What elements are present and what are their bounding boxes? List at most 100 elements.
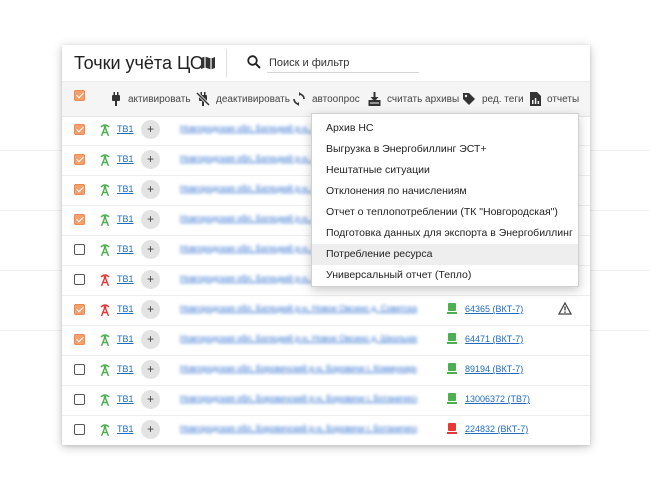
tag-icon	[463, 93, 475, 105]
tv-link[interactable]: ТВ1	[117, 334, 134, 344]
expand-button[interactable]: +	[141, 330, 160, 349]
device-link[interactable]: 224832 (ВКТ-7)	[465, 424, 528, 434]
tv-link[interactable]: ТВ1	[117, 244, 134, 254]
reports-button[interactable]: отчеты	[530, 82, 579, 116]
warning-icon	[558, 302, 572, 315]
heat-source-icon	[99, 123, 111, 137]
expand-button[interactable]: +	[141, 420, 160, 439]
row-checkbox[interactable]	[74, 214, 85, 225]
expand-button[interactable]: +	[141, 360, 160, 379]
search-icon	[247, 55, 261, 69]
table-row[interactable]: ТВ1 + Новгородская обл, Батецкий р-н, Ново…	[62, 326, 590, 356]
tv-link[interactable]: ТВ1	[117, 184, 134, 194]
tv-link[interactable]: ТВ1	[117, 424, 134, 434]
expand-button[interactable]: +	[141, 240, 160, 259]
row-checkbox[interactable]	[74, 394, 85, 405]
heat-source-icon	[99, 423, 111, 437]
device-link[interactable]: 64471 (ВКТ-7)	[465, 334, 523, 344]
activate-label: активировать	[128, 93, 191, 105]
dropdown-item[interactable]: Выгрузка в Энергобиллинг ЭСТ+	[312, 139, 578, 160]
read-archives-button[interactable]: считать архивы	[368, 82, 459, 116]
meter-device-icon	[447, 333, 457, 344]
dropdown-item[interactable]: Нештатные ситуации	[312, 160, 578, 181]
select-all-checkbox[interactable]	[74, 90, 85, 101]
deactivate-label: деактивировать	[216, 93, 290, 105]
expand-button[interactable]: +	[141, 180, 160, 199]
row-checkbox[interactable]	[74, 334, 85, 345]
address-link[interactable]: Новгородская обл, Батецкий р-н, Новое Ов…	[180, 333, 417, 343]
row-checkbox[interactable]	[74, 184, 85, 195]
row-checkbox[interactable]	[74, 364, 85, 375]
tv-link[interactable]: ТВ1	[117, 364, 134, 374]
dropdown-item[interactable]: Отчет о теплопотреблении (ТК "Новгородск…	[312, 202, 578, 223]
report-icon	[530, 92, 541, 106]
tv-link[interactable]: ТВ1	[117, 304, 134, 314]
heat-source-icon	[99, 213, 111, 227]
meter-device-icon	[447, 423, 457, 434]
activate-button[interactable]: активировать	[110, 82, 191, 116]
download-icon	[368, 92, 381, 106]
expand-button[interactable]: +	[141, 390, 160, 409]
heat-source-icon	[99, 393, 111, 407]
plug-off-icon	[196, 92, 210, 106]
sync-icon	[293, 92, 305, 106]
table-row[interactable]: ТВ1 + Новгородская обл, Боровичский р-н, Б…	[62, 416, 590, 445]
map-icon[interactable]	[200, 55, 216, 71]
heat-source-icon	[99, 153, 111, 167]
device-link[interactable]: 64365 (ВКТ-7)	[465, 304, 523, 314]
table-row[interactable]: ТВ1 + Новгородская обл, Боровичский р-н, Б…	[62, 356, 590, 386]
panel-header: Точки учёта ЦО	[62, 45, 590, 81]
row-checkbox[interactable]	[74, 124, 85, 135]
tv-link[interactable]: ТВ1	[117, 214, 134, 224]
meter-device-icon	[447, 363, 457, 374]
expand-button[interactable]: +	[141, 210, 160, 229]
auto-poll-label: автоопрос	[312, 93, 360, 105]
toolbar: активировать деактивировать автоопрос сч…	[62, 81, 590, 117]
address-link[interactable]: Новгородская обл, Боровичский р-н, Боров…	[180, 393, 417, 403]
expand-button[interactable]: +	[141, 120, 160, 139]
heat-source-icon	[99, 273, 111, 287]
search-input[interactable]	[267, 54, 419, 73]
dropdown-item[interactable]: Отклонения по начислениям	[312, 181, 578, 202]
header-divider	[226, 49, 227, 77]
device-link[interactable]: 13006372 (ТВ7)	[465, 394, 530, 404]
row-checkbox[interactable]	[74, 424, 85, 435]
read-archives-label: считать архивы	[387, 93, 460, 105]
expand-button[interactable]: +	[141, 300, 160, 319]
address-link[interactable]: Новгородская обл, Боровичский р-н, Боров…	[180, 363, 417, 373]
tv-link[interactable]: ТВ1	[117, 154, 134, 164]
page-title: Точки учёта ЦО	[74, 53, 204, 73]
row-checkbox[interactable]	[74, 274, 85, 285]
reports-label: отчеты	[547, 93, 580, 105]
expand-button[interactable]: +	[141, 150, 160, 169]
edit-tags-button[interactable]: ред. теги	[462, 82, 524, 116]
table-row[interactable]: ТВ1 + Новгородская обл, Батецкий р-н, Ново…	[62, 296, 590, 326]
row-checkbox[interactable]	[74, 304, 85, 315]
dropdown-item[interactable]: Потребление ресурса	[312, 244, 578, 265]
deactivate-button[interactable]: деактивировать	[196, 82, 290, 116]
address-link[interactable]: Новгородская обл, Боровичский р-н, Боров…	[180, 423, 417, 433]
heat-source-icon	[99, 243, 111, 257]
tv-link[interactable]: ТВ1	[117, 274, 134, 284]
heat-source-icon	[99, 183, 111, 197]
meter-device-icon	[447, 393, 457, 404]
dropdown-item[interactable]: Подготовка данных для экспорта в Энергоб…	[312, 223, 578, 244]
dropdown-item[interactable]: Универсальный отчет (Тепло)	[312, 265, 578, 286]
plug-icon	[112, 92, 120, 106]
tv-link[interactable]: ТВ1	[117, 124, 134, 134]
tv-link[interactable]: ТВ1	[117, 394, 134, 404]
row-checkbox[interactable]	[74, 244, 85, 255]
reports-dropdown-menu: Архив НС Выгрузка в Энергобиллинг ЭСТ+ Неш…	[311, 113, 579, 287]
expand-button[interactable]: +	[141, 270, 160, 289]
meter-device-icon	[447, 303, 457, 314]
heat-source-icon	[99, 333, 111, 347]
auto-poll-button[interactable]: автоопрос	[292, 82, 360, 116]
row-checkbox[interactable]	[74, 154, 85, 165]
edit-tags-label: ред. теги	[482, 93, 524, 105]
heat-source-icon	[99, 303, 111, 317]
device-link[interactable]: 89194 (ВКТ-7)	[465, 364, 523, 374]
heat-source-icon	[99, 363, 111, 377]
address-link[interactable]: Новгородская обл, Батецкий р-н, Новое Ов…	[180, 303, 417, 313]
table-row[interactable]: ТВ1 + Новгородская обл, Боровичский р-н, Б…	[62, 386, 590, 416]
dropdown-item[interactable]: Архив НС	[312, 118, 578, 139]
